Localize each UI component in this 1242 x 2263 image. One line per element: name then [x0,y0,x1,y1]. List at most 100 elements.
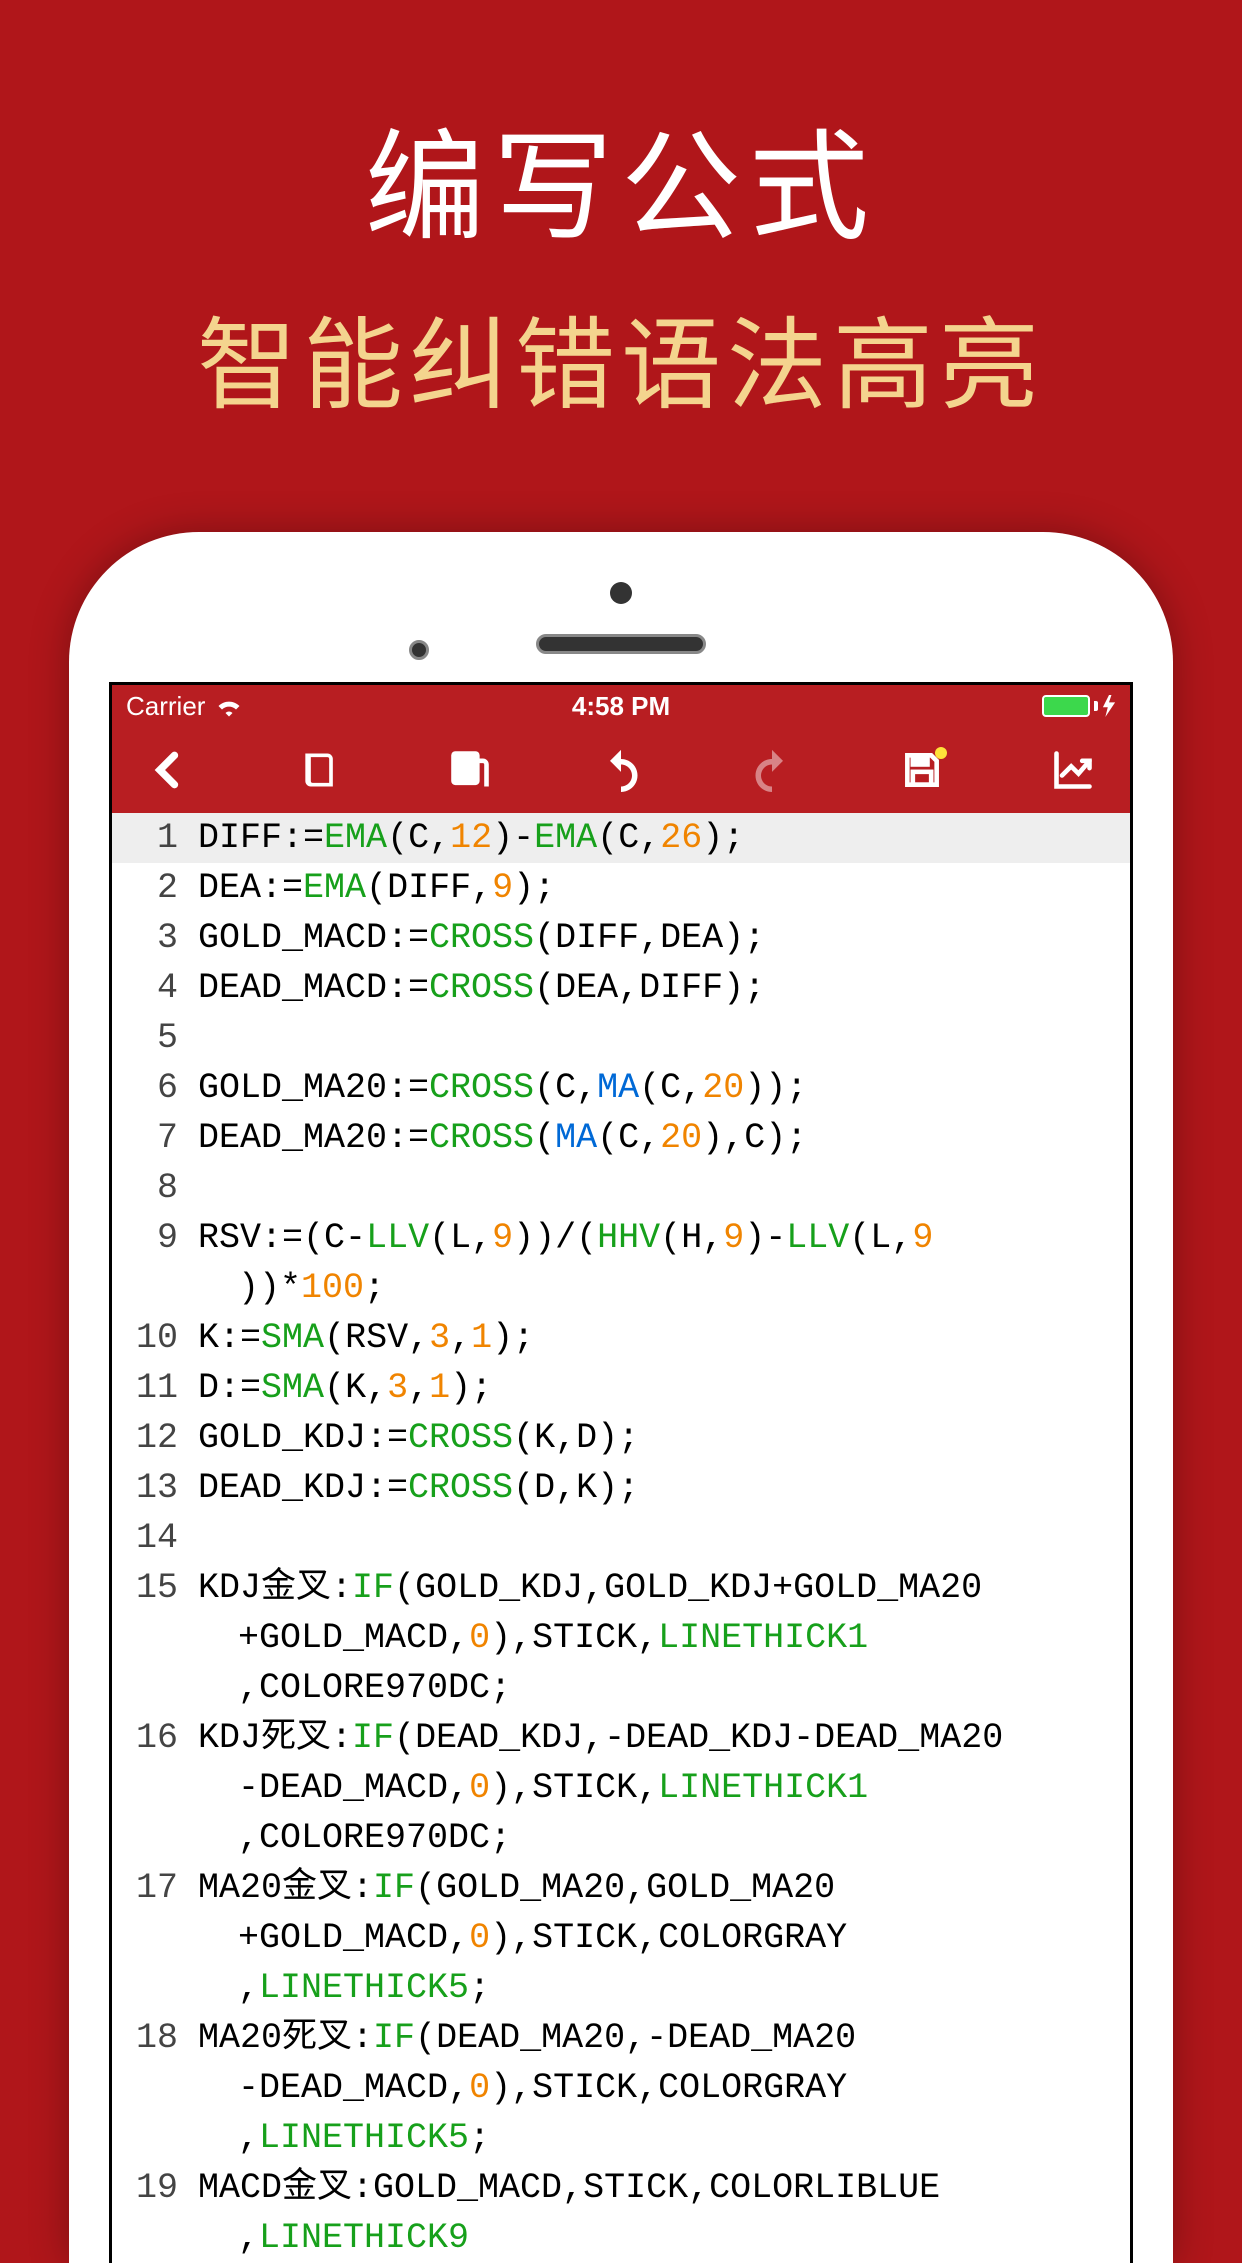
code-content[interactable] [190,1013,1130,1063]
line-number: 8 [112,1163,190,1213]
code-line[interactable]: 9RSV:=(C-LLV(L,9))/(HHV(H,9)-LLV(L,9 [112,1213,1130,1263]
status-bar: Carrier 4:58 PM [112,685,1130,727]
code-content[interactable]: DEAD_MACD:=CROSS(DEA,DIFF); [190,963,1130,1013]
back-button[interactable] [142,743,196,797]
code-line[interactable]: 8 [112,1163,1130,1213]
code-line-wrap[interactable]: ,LINETHICK9 [112,2213,1130,2263]
code-content[interactable] [190,1513,1130,1563]
code-line[interactable]: 4DEAD_MACD:=CROSS(DEA,DIFF); [112,963,1130,1013]
line-number: 19 [112,2163,190,2213]
code-content[interactable]: ,COLORE970DC; [190,1813,1130,1863]
line-number: 14 [112,1513,190,1563]
code-line[interactable]: 2DEA:=EMA(DIFF,9); [112,863,1130,913]
code-line[interactable]: 15KDJ金叉:IF(GOLD_KDJ,GOLD_KDJ+GOLD_MA20 [112,1563,1130,1613]
code-content[interactable]: D:=SMA(K,3,1); [190,1363,1130,1413]
code-line[interactable]: 16KDJ死叉:IF(DEAD_KDJ,-DEAD_KDJ-DEAD_MA20 [112,1713,1130,1763]
battery-icon [1042,695,1090,717]
code-content[interactable]: RSV:=(C-LLV(L,9))/(HHV(H,9)-LLV(L,9 [190,1213,1130,1263]
line-number: 7 [112,1113,190,1163]
redo-icon [750,748,794,792]
code-line[interactable]: 18MA20死叉:IF(DEAD_MA20,-DEAD_MA20 [112,2013,1130,2063]
line-number: 13 [112,1463,190,1513]
code-line[interactable]: 11D:=SMA(K,3,1); [112,1363,1130,1413]
code-line[interactable]: 7DEAD_MA20:=CROSS(MA(C,20),C); [112,1113,1130,1163]
code-line-wrap[interactable]: ,LINETHICK5; [112,2113,1130,2163]
line-number: 6 [112,1063,190,1113]
code-line[interactable]: 14 [112,1513,1130,1563]
chevron-left-icon [147,748,191,792]
status-carrier: Carrier [126,691,243,722]
promo-subtitle: 智能纠错语法高亮 [0,284,1242,429]
code-line[interactable]: 6GOLD_MA20:=CROSS(C,MA(C,20)); [112,1063,1130,1113]
status-time: 4:58 PM [572,691,670,722]
chart-icon [1051,748,1095,792]
code-content[interactable]: +GOLD_MACD,0),STICK,COLORGRAY [190,1913,1130,1963]
code-content[interactable]: ,LINETHICK5; [190,2113,1130,2163]
code-content[interactable]: ,LINETHICK5; [190,1963,1130,2013]
line-number: 9 [112,1213,190,1263]
code-line-wrap[interactable]: ,COLORE970DC; [112,1813,1130,1863]
speaker-slot [536,634,706,654]
code-line-wrap[interactable]: -DEAD_MACD,0),STICK,LINETHICK1 [112,1763,1130,1813]
line-number: 3 [112,913,190,963]
code-content[interactable]: DEAD_KDJ:=CROSS(D,K); [190,1463,1130,1513]
code-content[interactable]: MA20死叉:IF(DEAD_MA20,-DEAD_MA20 [190,2013,1130,2063]
code-line[interactable]: 19MACD金叉:GOLD_MACD,STICK,COLORLIBLUE [112,2163,1130,2213]
code-line-wrap[interactable]: ,COLORE970DC; [112,1663,1130,1713]
undo-button[interactable] [594,743,648,797]
code-content[interactable]: -DEAD_MACD,0),STICK,LINETHICK1 [190,1763,1130,1813]
code-line-wrap[interactable]: ,LINETHICK5; [112,1963,1130,2013]
code-line[interactable]: 5 [112,1013,1130,1063]
wifi-icon [215,695,243,717]
line-number: 17 [112,1863,190,1913]
line-number: 10 [112,1313,190,1363]
line-number: 15 [112,1563,190,1613]
code-line-wrap[interactable]: -DEAD_MACD,0),STICK,COLORGRAY [112,2063,1130,2113]
code-content[interactable]: GOLD_KDJ:=CROSS(K,D); [190,1413,1130,1463]
code-line[interactable]: 10K:=SMA(RSV,3,1); [112,1313,1130,1363]
line-number: 11 [112,1363,190,1413]
code-content[interactable] [190,1163,1130,1213]
reference-button[interactable] [293,743,347,797]
code-line[interactable]: 13DEAD_KDJ:=CROSS(D,K); [112,1463,1130,1513]
code-content[interactable]: GOLD_MACD:=CROSS(DIFF,DEA); [190,913,1130,963]
charging-icon [1102,695,1116,717]
promo-title: 编写公式 [0,0,1242,264]
code-content[interactable]: ))*100; [190,1263,1130,1313]
redo-button[interactable] [745,743,799,797]
status-battery [1042,695,1116,717]
code-editor[interactable]: 1DIFF:=EMA(C,12)-EMA(C,26);2DEA:=EMA(DIF… [112,813,1130,2263]
code-line[interactable]: 1DIFF:=EMA(C,12)-EMA(C,26); [112,813,1130,863]
line-number: 4 [112,963,190,1013]
line-number: 5 [112,1013,190,1063]
code-content[interactable]: MACD金叉:GOLD_MACD,STICK,COLORLIBLUE [190,2163,1130,2213]
line-number: 12 [112,1413,190,1463]
code-content[interactable]: ,COLORE970DC; [190,1663,1130,1713]
save-button[interactable] [895,743,949,797]
camera-dot [409,640,429,660]
code-content[interactable]: DEAD_MA20:=CROSS(MA(C,20),C); [190,1113,1130,1163]
undo-icon [599,748,643,792]
book-icon [298,748,342,792]
code-line[interactable]: 17MA20金叉:IF(GOLD_MA20,GOLD_MA20 [112,1863,1130,1913]
chart-button[interactable] [1046,743,1100,797]
code-content[interactable]: DIFF:=EMA(C,12)-EMA(C,26); [190,813,1130,863]
code-content[interactable]: MA20金叉:IF(GOLD_MA20,GOLD_MA20 [190,1863,1130,1913]
code-content[interactable]: KDJ死叉:IF(DEAD_KDJ,-DEAD_KDJ-DEAD_MA20 [190,1713,1130,1763]
copy-button[interactable] [443,743,497,797]
code-line-wrap[interactable]: +GOLD_MACD,0),STICK,LINETHICK1 [112,1613,1130,1663]
code-content[interactable]: +GOLD_MACD,0),STICK,LINETHICK1 [190,1613,1130,1663]
phone-frame: Carrier 4:58 PM [69,532,1173,2263]
code-content[interactable]: ,LINETHICK9 [190,2213,1130,2263]
code-line-wrap[interactable]: +GOLD_MACD,0),STICK,COLORGRAY [112,1913,1130,1963]
code-content[interactable]: K:=SMA(RSV,3,1); [190,1313,1130,1363]
code-content[interactable]: DEA:=EMA(DIFF,9); [190,863,1130,913]
code-line[interactable]: 12GOLD_KDJ:=CROSS(K,D); [112,1413,1130,1463]
line-number: 2 [112,863,190,913]
code-line[interactable]: 3GOLD_MACD:=CROSS(DIFF,DEA); [112,913,1130,963]
line-number: 16 [112,1713,190,1763]
code-content[interactable]: KDJ金叉:IF(GOLD_KDJ,GOLD_KDJ+GOLD_MA20 [190,1563,1130,1613]
code-line-wrap[interactable]: ))*100; [112,1263,1130,1313]
code-content[interactable]: -DEAD_MACD,0),STICK,COLORGRAY [190,2063,1130,2113]
code-content[interactable]: GOLD_MA20:=CROSS(C,MA(C,20)); [190,1063,1130,1113]
